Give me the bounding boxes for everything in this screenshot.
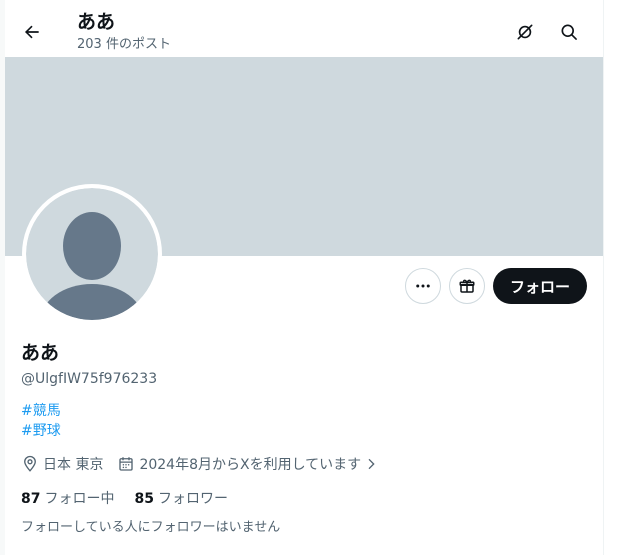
arrow-left-icon	[24, 25, 39, 39]
joined-date: 2024年8月からXを利用しています	[139, 457, 362, 473]
followers-link[interactable]: 85 フォロワー	[134, 490, 227, 508]
post-count: 203 件のポスト	[77, 37, 171, 52]
calendar-icon	[119, 457, 134, 471]
back-button[interactable]	[15, 15, 49, 49]
hashtag-link[interactable]: #野球	[21, 422, 61, 440]
avatar-image	[26, 188, 158, 320]
default-avatar-icon	[40, 212, 144, 320]
location: 日本 東京	[43, 457, 104, 473]
following-link[interactable]: 87 フォロー中	[21, 490, 114, 508]
followers-you-know: フォローしている人にフォロワーはいません	[21, 520, 281, 535]
grok-button[interactable]	[508, 15, 542, 49]
page-gutter-right	[604, 0, 625, 555]
handle: @UlgfIW75f976233	[21, 371, 158, 387]
profile-header: ああ 203 件のポスト	[5, 5, 603, 57]
display-name: ああ	[21, 342, 60, 364]
more-icon	[416, 284, 430, 288]
avatar[interactable]	[22, 184, 162, 324]
header-title: ああ	[77, 11, 116, 33]
profile-meta: 日本 東京 2024年8月からXを利用しています	[21, 454, 379, 474]
followers-count: 85	[134, 491, 154, 507]
chevron-right-icon	[368, 458, 375, 470]
following-count: 87	[21, 491, 41, 507]
follow-stats: 87 フォロー中 85 フォロワー	[21, 490, 228, 508]
location-icon	[24, 455, 36, 472]
search-button[interactable]	[552, 15, 586, 49]
grok-icon	[517, 24, 533, 40]
gift-icon	[459, 279, 475, 293]
hashtag-link[interactable]: #競馬	[21, 402, 61, 420]
following-label: フォロー中	[44, 491, 115, 507]
follow-button[interactable]: フォロー	[493, 268, 587, 304]
search-icon	[561, 24, 577, 40]
followers-label: フォロワー	[157, 491, 228, 507]
subscribe-button[interactable]	[449, 268, 485, 304]
more-button[interactable]	[405, 268, 441, 304]
joined-date-link[interactable]: 2024年8月からXを利用しています	[117, 454, 379, 474]
